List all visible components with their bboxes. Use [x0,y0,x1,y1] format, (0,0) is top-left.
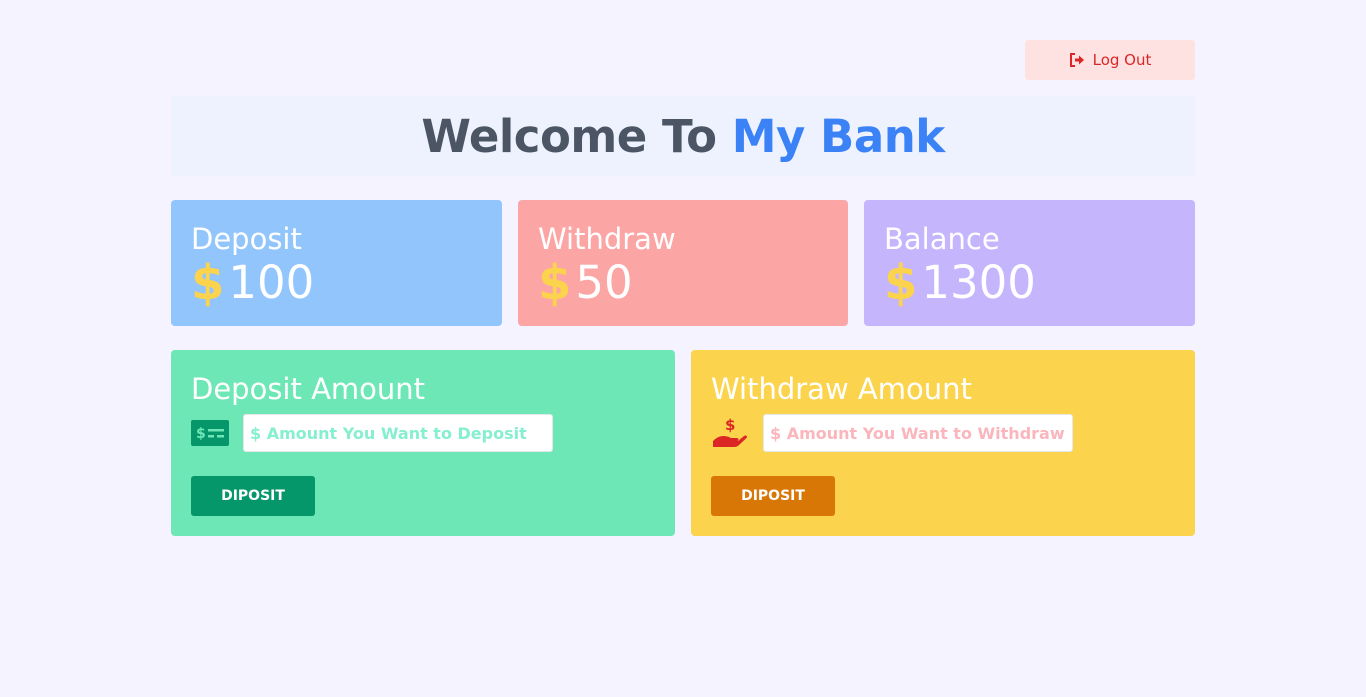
hand-holding-dollar-icon: $ [713,416,748,447]
withdraw-stat-value: 50 [575,256,633,309]
deposit-card-title: Deposit Amount [191,372,426,406]
withdraw-card-title: Withdraw Amount [711,372,972,406]
balance-stat-label: Balance [884,222,1000,256]
balance-stat-value: 1300 [921,256,1036,309]
dollar-icon: $ [884,255,918,311]
page-title: Welcome To My Bank [421,109,945,163]
deposit-stat-label: Deposit [191,222,302,256]
deposit-stat-value: 100 [228,256,315,309]
sign-out-icon [1069,53,1084,67]
withdraw-card: Withdraw Amount $ DIPOSIT [691,350,1195,536]
logout-label: Log Out [1092,51,1152,69]
deposit-amount-input[interactable] [243,414,553,452]
balance-stat-card: Balance $ 1300 [864,200,1195,326]
withdraw-stat-card: Withdraw $ 50 [518,200,848,326]
page-header: Welcome To My Bank [171,96,1195,176]
withdraw-stat-label: Withdraw [538,222,676,256]
money-check-icon: $ [191,420,229,446]
deposit-button[interactable]: DIPOSIT [191,476,315,516]
deposit-card: Deposit Amount $ DIPOSIT [171,350,675,536]
title-brand: My Bank [731,109,945,163]
dollar-icon: $ [191,255,225,311]
withdraw-button[interactable]: DIPOSIT [711,476,835,516]
title-prefix: Welcome To [421,109,717,163]
withdraw-amount-input[interactable] [763,414,1073,452]
dollar-icon: $ [538,255,572,311]
svg-text:$: $ [725,416,735,434]
svg-text:$: $ [196,426,206,442]
deposit-stat-card: Deposit $ 100 [171,200,502,326]
logout-button[interactable]: Log Out [1025,40,1195,80]
